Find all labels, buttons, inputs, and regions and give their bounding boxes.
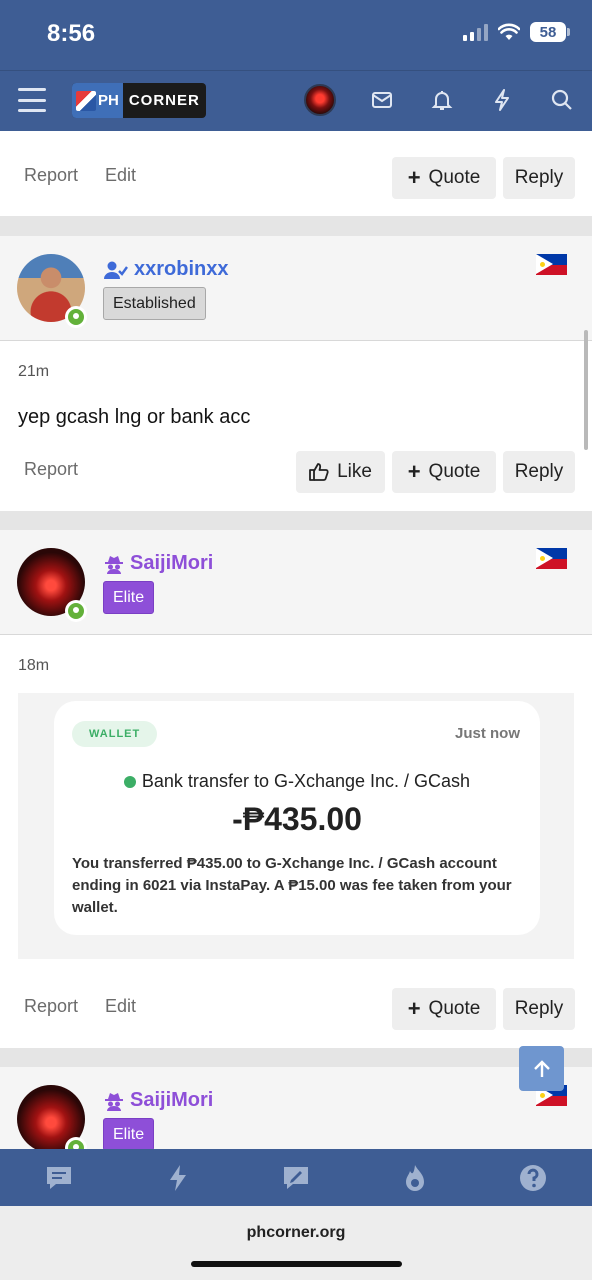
arrow-up-icon bbox=[533, 1059, 550, 1077]
logo-cube-icon bbox=[76, 90, 96, 111]
status-time: 8:56 bbox=[47, 20, 96, 47]
online-status-icon bbox=[65, 306, 87, 328]
thumbs-up-icon bbox=[309, 463, 329, 481]
post-xxrobinxx: xxrobinxx Established 21m yep gcash lng … bbox=[0, 236, 592, 511]
bottom-navbar bbox=[0, 1149, 592, 1206]
status-icons: 58 bbox=[463, 22, 570, 42]
trending-flame-icon[interactable] bbox=[400, 1163, 430, 1193]
scroll-to-top-button[interactable] bbox=[519, 1046, 564, 1091]
post-header: SaijiMori Elite bbox=[0, 1067, 592, 1159]
status-dot-icon bbox=[123, 775, 136, 788]
help-icon[interactable] bbox=[518, 1163, 548, 1193]
post-header: xxrobinxx Established bbox=[0, 236, 592, 341]
spy-icon bbox=[105, 1092, 123, 1111]
post-message: yep gcash lng or bank acc bbox=[18, 406, 251, 428]
status-bar: 8:56 58 bbox=[0, 0, 592, 70]
reply-button[interactable]: Reply bbox=[503, 988, 575, 1030]
account-avatar[interactable] bbox=[304, 84, 336, 116]
wallet-description: You transferred ₱435.00 to G-Xchange Inc… bbox=[72, 855, 512, 916]
quote-button[interactable]: + Quote bbox=[392, 451, 496, 493]
browser-url-bar[interactable]: phcorner.org bbox=[0, 1206, 592, 1280]
report-link[interactable]: Report bbox=[24, 996, 78, 1017]
username[interactable]: xxrobinxx bbox=[104, 258, 228, 281]
spy-icon bbox=[105, 555, 123, 574]
philippines-flag-icon bbox=[536, 254, 567, 275]
wifi-icon bbox=[498, 23, 520, 40]
wallet-notification-card: WALLET Just now Bank transfer to G-Xchan… bbox=[54, 701, 540, 935]
quote-button[interactable]: + Quote bbox=[392, 988, 496, 1030]
post-saijimori: SaijiMori Elite 18m WALLET Just now Bank… bbox=[0, 530, 592, 1048]
post-timestamp[interactable]: 21m bbox=[18, 363, 49, 381]
like-button[interactable]: Like bbox=[296, 451, 385, 493]
user-check-icon bbox=[104, 261, 128, 279]
avatar[interactable] bbox=[17, 1085, 87, 1159]
home-indicator[interactable] bbox=[191, 1261, 402, 1267]
lightning-icon[interactable] bbox=[490, 88, 514, 112]
quote-button[interactable]: + Quote bbox=[392, 157, 496, 199]
reply-button[interactable]: Reply bbox=[503, 157, 575, 199]
whats-new-icon[interactable] bbox=[163, 1163, 193, 1193]
wallet-tag: WALLET bbox=[72, 721, 158, 747]
attached-image[interactable]: WALLET Just now Bank transfer to G-Xchan… bbox=[18, 693, 574, 959]
plus-icon: + bbox=[407, 459, 421, 484]
user-rank-badge: Established bbox=[103, 287, 206, 320]
inbox-icon[interactable] bbox=[370, 88, 394, 112]
post-timestamp[interactable]: 18m bbox=[18, 657, 49, 675]
post-previous: Report Edit + Quote Reply bbox=[0, 131, 592, 216]
menu-icon[interactable] bbox=[18, 88, 46, 112]
reply-button[interactable]: Reply bbox=[503, 451, 575, 493]
scrollbar[interactable] bbox=[584, 330, 588, 450]
user-rank-badge: Elite bbox=[103, 581, 155, 614]
top-navbar: PH CORNER bbox=[0, 70, 592, 131]
avatar[interactable] bbox=[17, 254, 87, 328]
plus-icon: + bbox=[407, 165, 421, 190]
edit-link[interactable]: Edit bbox=[105, 165, 136, 186]
username[interactable]: SaijiMori bbox=[104, 552, 213, 575]
wallet-amount: -₱435.00 bbox=[232, 801, 362, 837]
post-header: SaijiMori Elite bbox=[0, 530, 592, 635]
report-link[interactable]: Report bbox=[24, 459, 78, 480]
wallet-title: Bank transfer to G-Xchange Inc. / GCash bbox=[54, 771, 540, 792]
post-saijimori-2: SaijiMori Elite bbox=[0, 1067, 592, 1159]
logo-text-left: PH bbox=[98, 92, 119, 109]
philippines-flag-icon bbox=[536, 548, 567, 569]
wallet-time: Just now bbox=[454, 725, 520, 742]
new-post-icon[interactable] bbox=[281, 1163, 311, 1193]
avatar[interactable] bbox=[17, 548, 87, 622]
logo-text-right: CORNER bbox=[128, 92, 200, 109]
forums-icon[interactable] bbox=[44, 1163, 74, 1193]
user-rank-badge: Elite bbox=[103, 1118, 155, 1151]
url-text[interactable]: phcorner.org bbox=[0, 1224, 592, 1242]
battery-icon: 58 bbox=[530, 22, 570, 42]
search-icon[interactable] bbox=[550, 88, 574, 112]
online-status-icon bbox=[65, 600, 87, 622]
signal-icon bbox=[463, 23, 488, 41]
plus-icon: + bbox=[407, 996, 421, 1021]
bell-icon[interactable] bbox=[430, 88, 454, 112]
username[interactable]: SaijiMori bbox=[104, 1089, 213, 1112]
site-logo[interactable]: PH CORNER bbox=[72, 83, 206, 118]
edit-link[interactable]: Edit bbox=[105, 996, 136, 1017]
report-link[interactable]: Report bbox=[24, 165, 78, 186]
